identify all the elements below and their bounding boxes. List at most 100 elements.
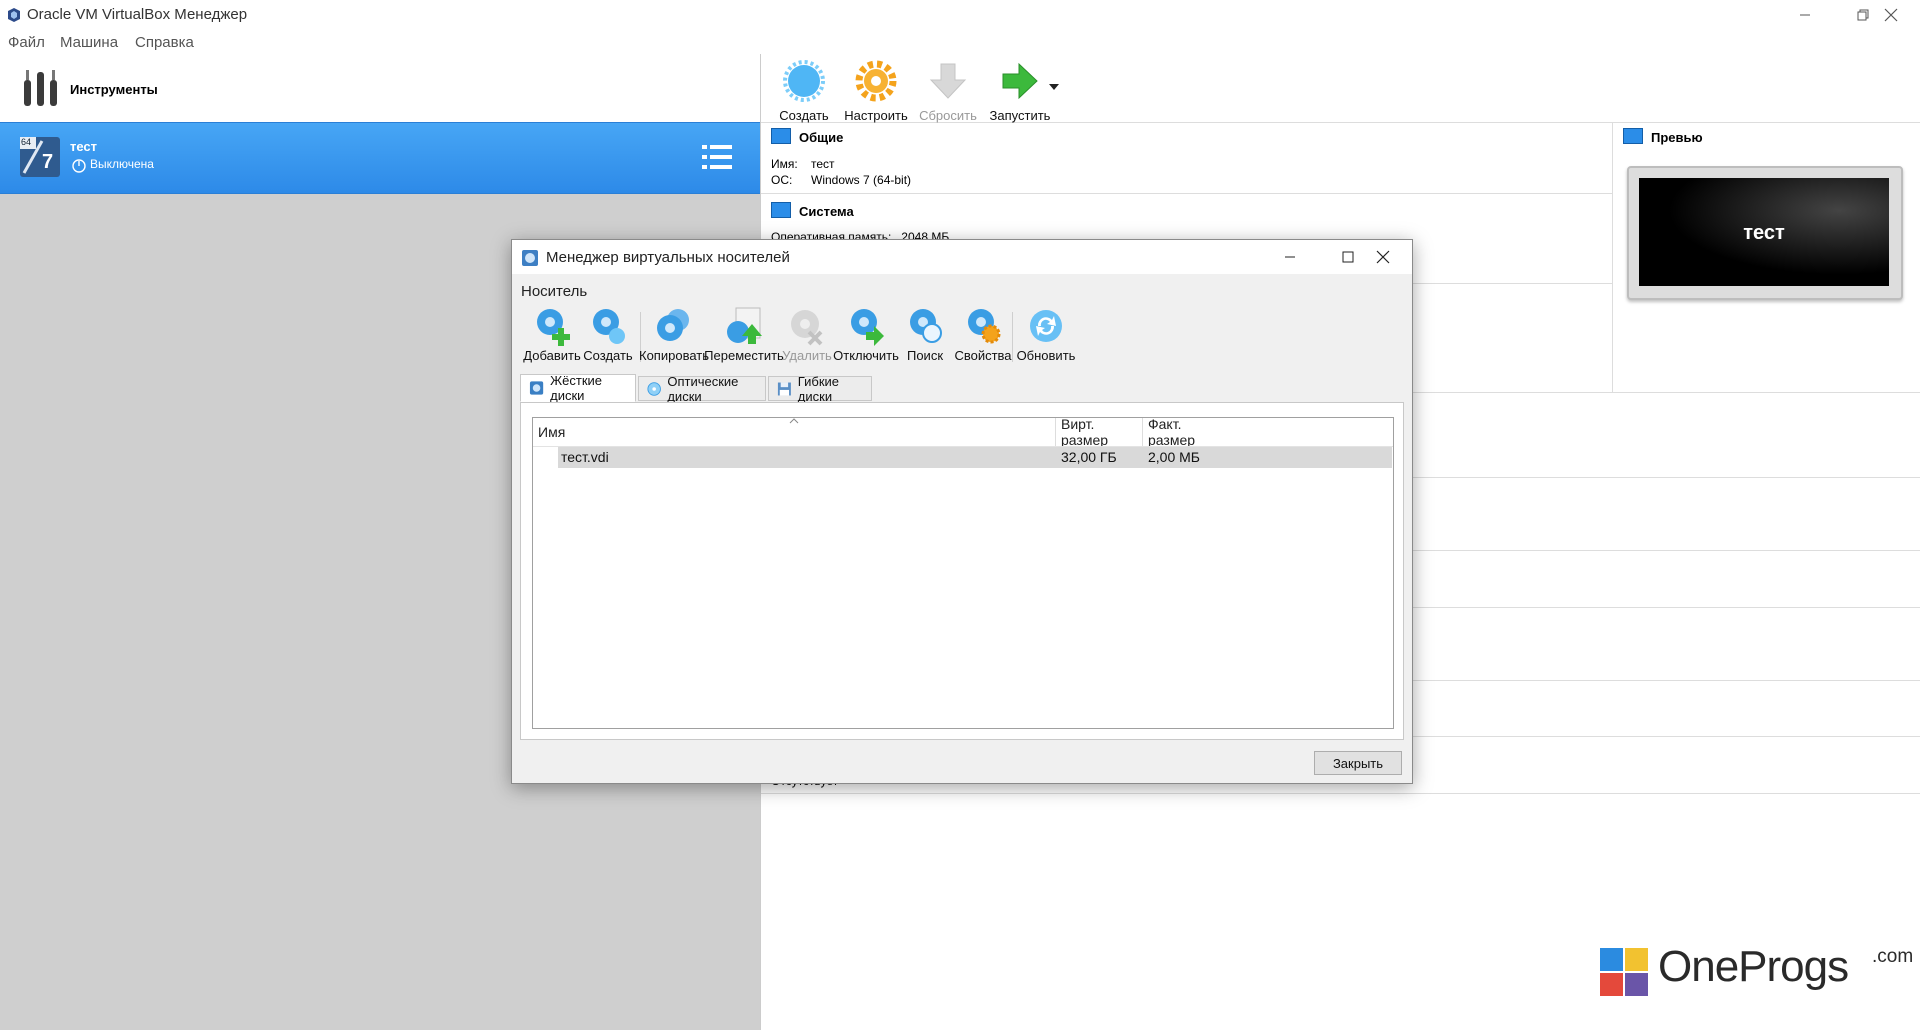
column-header-virtual-size[interactable]: Вирт. размер (1056, 416, 1143, 448)
tab-floppy-disks[interactable]: Гибкие диски (768, 373, 872, 404)
preview-monitor-icon (1623, 128, 1643, 144)
settings-label: Настроить (844, 108, 908, 123)
row-virtual-size: 32,00 ГБ (1061, 449, 1117, 465)
main-toolbar: Создать Настроить Сбросить Запустить (761, 54, 1920, 123)
arch-badge: 64 (21, 137, 32, 147)
minimize-icon (1285, 256, 1295, 258)
copy-disk-icon (657, 309, 689, 341)
discard-button[interactable]: Сбросить (913, 60, 983, 123)
os-key: ОС: (771, 173, 793, 187)
tab-optical-disks[interactable]: Оптические диски (638, 373, 766, 404)
virtual-media-manager-dialog: Менеджер виртуальных носителей Носитель … (511, 239, 1413, 784)
refresh-button[interactable]: Обновить (1017, 306, 1075, 363)
move-medium-button[interactable]: Переместить (704, 306, 784, 363)
release-medium-button[interactable]: Отключить (833, 306, 899, 363)
dialog-toolbar: Добавить Создать Копировать Переместить … (512, 306, 1412, 372)
menu-file[interactable]: Файл (8, 34, 45, 51)
general-name-row: Имя: тест (771, 157, 835, 171)
window-title: Oracle VM VirtualBox Менеджер (27, 6, 248, 23)
table-row[interactable] (558, 447, 1392, 468)
system-section-header[interactable]: Система (771, 202, 854, 219)
close-icon (1884, 8, 1898, 22)
dialog-menu-medium[interactable]: Носитель (521, 283, 587, 300)
watermark-domain: .com (1872, 946, 1914, 967)
copy-label: Копировать (639, 348, 709, 363)
discard-arrow-icon (929, 63, 967, 99)
separator (761, 193, 1612, 194)
general-section-header[interactable]: Общие (771, 128, 843, 145)
tools-icon (24, 70, 57, 106)
preview-panel: Превью тест (1612, 122, 1920, 392)
create-disk-icon (593, 309, 625, 344)
search-medium-button[interactable]: Поиск (905, 306, 945, 363)
settings-gear-icon (855, 60, 897, 102)
menu-help[interactable]: Справка (135, 34, 194, 51)
dialog-title: Менеджер виртуальных носителей (546, 249, 790, 266)
name-key: Имя: (771, 157, 798, 171)
settings-button[interactable]: Настроить (841, 60, 911, 123)
create-star-icon (783, 60, 825, 102)
column-header-actual-size[interactable]: Факт. размер (1143, 416, 1231, 448)
search-icon (910, 309, 942, 343)
remove-medium-button[interactable]: Удалить (782, 306, 832, 363)
row-actual-size: 2,00 МБ (1148, 449, 1200, 465)
tab-floppy-disks-label: Гибкие диски (797, 373, 839, 404)
start-dropdown-icon[interactable] (1049, 84, 1059, 90)
start-arrow-icon (1002, 62, 1038, 100)
watermark-text: OneProgs (1658, 942, 1849, 991)
floppy-disk-icon (777, 382, 791, 395)
virtualbox-logo-icon (8, 8, 20, 22)
sort-ascending-icon (789, 418, 799, 424)
properties-icon (968, 309, 1001, 344)
move-disk-icon (727, 307, 762, 344)
col-name-label: Имя (538, 424, 566, 440)
row-name[interactable]: тест.vdi (561, 449, 609, 465)
add-disk-icon (537, 309, 570, 346)
general-monitor-icon (771, 128, 791, 144)
tab-optical-disks-label: Оптические диски (667, 373, 739, 404)
dialog-minimize-button[interactable] (1261, 240, 1319, 274)
hard-disks-panel: Имя Вирт. размер Факт. размер тест.vdi 3… (520, 402, 1404, 740)
add-medium-button[interactable]: Добавить (523, 306, 581, 363)
name-value: тест (811, 157, 835, 171)
close-window-button[interactable] (1862, 0, 1920, 30)
system-title: Система (799, 204, 854, 219)
col-actual-label: Факт. размер (1148, 416, 1196, 448)
preview-frame: тест (1627, 166, 1903, 300)
general-os-row: ОС: Windows 7 (64-bit) (771, 173, 911, 187)
media-manager-icon (522, 250, 538, 266)
close-dialog-button[interactable]: Закрыть (1314, 751, 1402, 775)
media-table: Имя Вирт. размер Факт. размер тест.vdi 3… (532, 416, 1394, 729)
vm-name: тест (70, 139, 98, 154)
preview-screen: тест (1639, 178, 1889, 286)
power-off-icon (72, 159, 86, 173)
copy-medium-button[interactable]: Копировать (639, 306, 709, 363)
properties-button[interactable]: Свойства (954, 306, 1012, 363)
close-icon (1376, 250, 1390, 264)
release-disk-icon (851, 309, 884, 346)
tools-label: Инструменты (70, 82, 158, 97)
preview-header[interactable]: Превью (1623, 128, 1703, 145)
tools-item[interactable]: Инструменты (0, 54, 760, 122)
discard-label: Сбросить (919, 108, 977, 123)
tab-hard-disks[interactable]: Жёсткие диски (520, 373, 636, 403)
menu-bar: Файл Машина Справка (0, 30, 1920, 54)
title-bar: Oracle VM VirtualBox Менеджер (0, 0, 1920, 30)
minimize-button[interactable] (1776, 0, 1834, 30)
preview-title: Превью (1651, 130, 1703, 145)
create-vm-button[interactable]: Создать (769, 60, 839, 123)
oneprogs-logo-icon (1600, 948, 1648, 996)
preview-screen-text: тест (1743, 222, 1785, 244)
create-medium-button[interactable]: Создать (583, 306, 633, 363)
refresh-label: Обновить (1016, 348, 1076, 363)
menu-machine[interactable]: Машина (60, 34, 118, 51)
refresh-icon (1030, 310, 1062, 342)
general-title: Общие (799, 130, 844, 145)
start-button[interactable]: Запустить (985, 60, 1055, 123)
vm-list-item-test[interactable]: 64 7 тест Выключена (0, 122, 760, 194)
start-label: Запустить (989, 108, 1051, 123)
vm-menu-icon[interactable] (702, 143, 732, 171)
hard-disk-icon (529, 381, 544, 395)
dialog-close-x-button[interactable] (1354, 240, 1412, 274)
windows7-os-icon: 64 7 (20, 137, 60, 177)
